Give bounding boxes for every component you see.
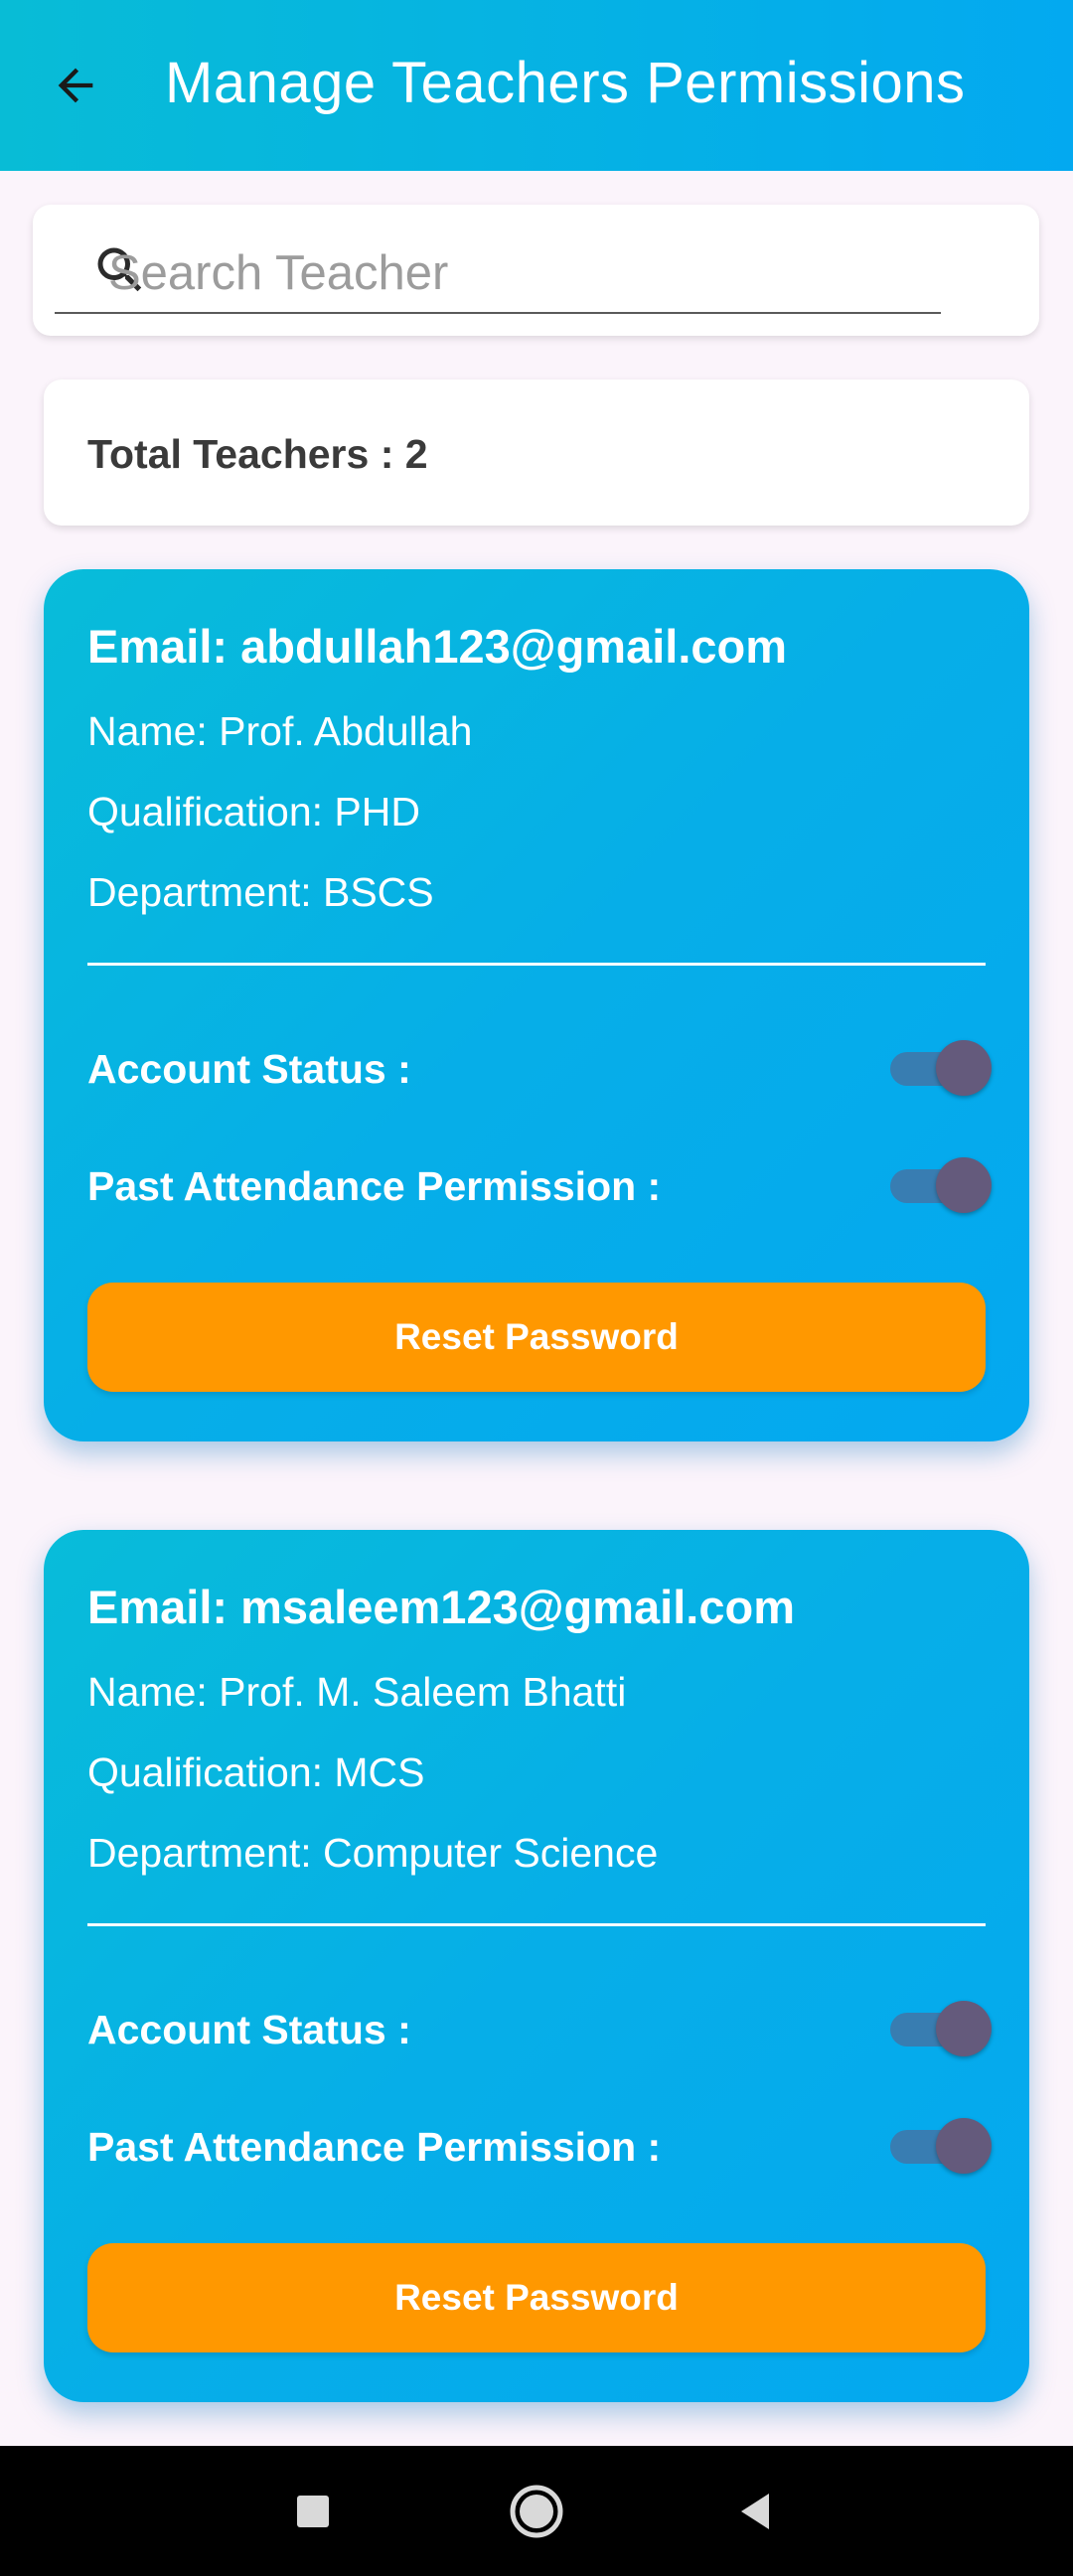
search-card bbox=[33, 205, 1039, 336]
teacher-card: Email: msaleem123@gmail.com Name: Prof. … bbox=[44, 1530, 1029, 2402]
square-recents-icon bbox=[297, 2496, 329, 2527]
total-teachers-card: Total Teachers : 2 bbox=[44, 379, 1029, 526]
past-attendance-label: Past Attendance Permission : bbox=[87, 2124, 662, 2170]
arrow-back-icon bbox=[58, 68, 93, 103]
account-status-toggle[interactable] bbox=[886, 1997, 992, 2056]
nav-back-button[interactable] bbox=[717, 2474, 793, 2549]
teacher-qualification: Qualification: PHD bbox=[87, 789, 420, 834]
back-button[interactable] bbox=[36, 46, 115, 125]
system-nav-bar bbox=[0, 2446, 1073, 2576]
teacher-department: Department: BSCS bbox=[87, 869, 434, 915]
triangle-back-icon bbox=[741, 2494, 769, 2529]
search-input[interactable] bbox=[55, 234, 941, 314]
recents-button[interactable] bbox=[275, 2474, 351, 2549]
card-divider bbox=[87, 1923, 986, 1926]
past-attendance-toggle[interactable] bbox=[886, 1153, 992, 1213]
toggle-thumb bbox=[936, 1040, 992, 1096]
teacher-qualification: Qualification: MCS bbox=[87, 1749, 425, 1795]
toggle-thumb bbox=[936, 1157, 992, 1213]
account-status-toggle[interactable] bbox=[886, 1036, 992, 1096]
card-divider bbox=[87, 963, 986, 966]
reset-password-button[interactable]: Reset Password bbox=[87, 1283, 986, 1392]
reset-password-button[interactable]: Reset Password bbox=[87, 2243, 986, 2352]
app-bar: Manage Teachers Permissions bbox=[0, 0, 1073, 171]
teacher-department: Department: Computer Science bbox=[87, 1830, 659, 1876]
home-button[interactable] bbox=[499, 2474, 574, 2549]
teacher-email: Email: msaleem123@gmail.com bbox=[87, 1581, 795, 1633]
account-status-label: Account Status : bbox=[87, 2007, 411, 2052]
total-teachers-label: Total Teachers : 2 bbox=[87, 431, 428, 477]
toggle-thumb bbox=[936, 2118, 992, 2174]
teacher-card: Email: abdullah123@gmail.com Name: Prof.… bbox=[44, 569, 1029, 1441]
past-attendance-toggle[interactable] bbox=[886, 2114, 992, 2174]
page-title: Manage Teachers Permissions bbox=[165, 51, 966, 115]
teacher-name: Name: Prof. M. Saleem Bhatti bbox=[87, 1669, 627, 1715]
teacher-email: Email: abdullah123@gmail.com bbox=[87, 620, 788, 673]
toggle-thumb bbox=[936, 2001, 992, 2056]
account-status-label: Account Status : bbox=[87, 1046, 411, 1092]
circle-home-icon bbox=[510, 2485, 563, 2538]
past-attendance-label: Past Attendance Permission : bbox=[87, 1163, 662, 1209]
teacher-name: Name: Prof. Abdullah bbox=[87, 708, 473, 754]
